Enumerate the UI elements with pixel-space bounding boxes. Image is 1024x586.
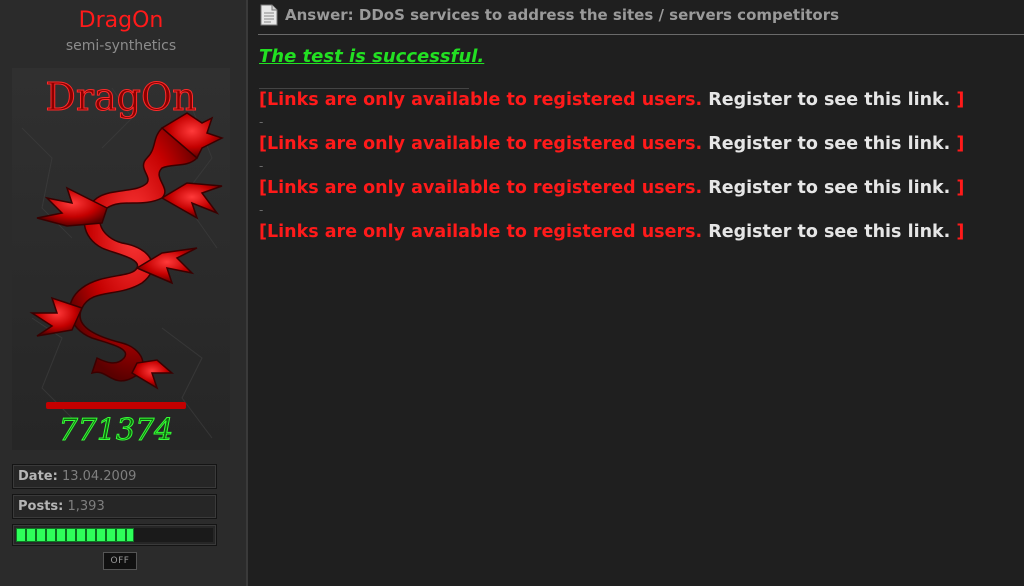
post-title: Answer: DDoS services to address the sit… <box>285 6 840 24</box>
link-separator: - <box>259 159 264 173</box>
document-icon <box>260 4 278 26</box>
hidden-link-3[interactable]: [Links are only available to registered … <box>259 178 964 198</box>
hidden-link-4[interactable]: [Links are only available to registered … <box>259 222 964 242</box>
user-title: semi-synthetics <box>65 38 177 54</box>
hidden-link-notice: [Links are only available to registered … <box>259 134 703 154</box>
username[interactable]: DragOn <box>0 8 242 33</box>
reputation-fill <box>16 528 135 542</box>
post-body: Answer: DDoS services to address the sit… <box>250 0 1024 586</box>
join-date-label: Date: <box>18 469 58 484</box>
success-message: The test is successful. <box>259 46 485 67</box>
hidden-link-1[interactable]: [Links are only available to registered … <box>259 90 964 110</box>
post-count: Posts: 1,393 <box>12 494 217 519</box>
link-separator: - <box>259 115 264 129</box>
hidden-link-notice: [Links are only available to registered … <box>259 90 703 110</box>
register-link[interactable]: Register to see this link. <box>708 178 950 198</box>
hidden-link-notice: [Links are only available to registered … <box>259 222 703 242</box>
register-link[interactable]: Register to see this link. <box>708 90 950 110</box>
register-link[interactable]: Register to see this link. <box>708 222 950 242</box>
separator-line <box>259 88 469 89</box>
post-count-label: Posts: <box>18 499 64 514</box>
avatar-logo-text: DragOn <box>45 75 196 119</box>
hidden-link-2[interactable]: [Links are only available to registered … <box>259 134 964 154</box>
post-count-value: 1,393 <box>67 499 105 514</box>
join-date: Date: 13.04.2009 <box>12 464 217 489</box>
join-date-value: 13.04.2009 <box>61 469 137 484</box>
hidden-link-notice: [Links are only available to registered … <box>259 178 703 198</box>
hidden-link-close: ] <box>956 222 965 242</box>
hidden-link-close: ] <box>956 90 965 110</box>
hidden-link-close: ] <box>956 178 965 198</box>
offline-status-button[interactable]: OFF <box>103 552 137 570</box>
reputation-bar[interactable] <box>12 524 217 546</box>
reputation-track <box>16 528 213 542</box>
avatar[interactable]: DragOn 771374 <box>12 68 230 450</box>
hidden-link-close: ] <box>956 134 965 154</box>
link-separator: - <box>259 203 264 217</box>
user-sidebar: DragOn semi-synthetics DragOn 771374 Dat… <box>0 0 248 586</box>
register-link[interactable]: Register to see this link. <box>708 134 950 154</box>
avatar-signature-digits: 771374 <box>59 413 174 448</box>
post-header: Answer: DDoS services to address the sit… <box>258 2 1024 35</box>
